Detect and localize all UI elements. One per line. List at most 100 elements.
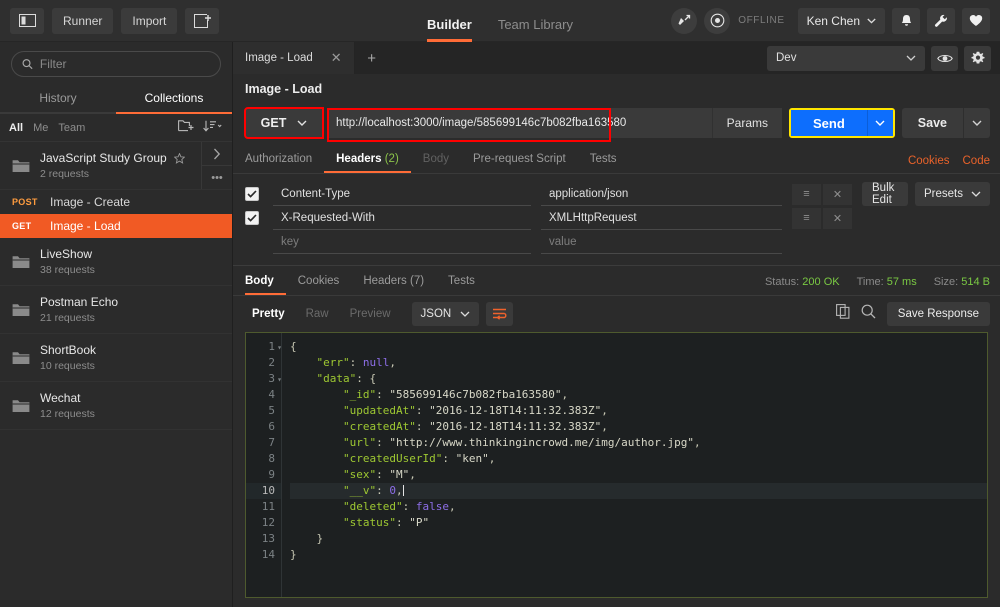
send-button[interactable]: Send bbox=[791, 110, 867, 136]
heart-icon bbox=[969, 14, 983, 27]
format-raw[interactable]: Raw bbox=[299, 308, 336, 320]
subtab-body[interactable]: Body bbox=[411, 154, 461, 174]
import-button[interactable]: Import bbox=[121, 8, 177, 34]
filter-box[interactable] bbox=[11, 51, 221, 77]
chevron-down-icon bbox=[972, 120, 982, 126]
collection-item[interactable]: LiveShow 38 requests bbox=[0, 238, 232, 286]
format-preview[interactable]: Preview bbox=[343, 308, 398, 320]
tab-team-library[interactable]: Team Library bbox=[498, 18, 573, 42]
response-body-viewer[interactable]: 1▾23▾4567891011121314 { "err": null, "da… bbox=[245, 332, 988, 598]
environment-settings-button[interactable] bbox=[964, 46, 991, 71]
sidebar-tab-history[interactable]: History bbox=[0, 84, 116, 114]
collection-request-count: 21 requests bbox=[40, 312, 118, 324]
code-token: : bbox=[376, 388, 389, 401]
code-link[interactable]: Code bbox=[963, 155, 991, 167]
response-language-select[interactable]: JSON bbox=[412, 302, 480, 326]
collection-item[interactable]: ShortBook 10 requests bbox=[0, 334, 232, 382]
satellite-button[interactable] bbox=[671, 8, 697, 34]
notifications-button[interactable] bbox=[892, 8, 920, 34]
sidebar-toggle-button[interactable] bbox=[10, 8, 44, 34]
params-button[interactable]: Params bbox=[712, 108, 782, 138]
fold-toggle-icon[interactable]: ▾ bbox=[277, 372, 282, 388]
response-body-code[interactable]: { "err": null, "data": { "_id": "5856991… bbox=[282, 333, 987, 597]
response-tab-cookies[interactable]: Cookies bbox=[286, 276, 352, 296]
format-pretty[interactable]: Pretty bbox=[245, 308, 292, 320]
bulk-edit-button[interactable]: Bulk Edit bbox=[862, 182, 908, 206]
scope-team[interactable]: Team bbox=[58, 122, 85, 134]
sort-button[interactable] bbox=[203, 119, 222, 137]
collection-expand-button[interactable] bbox=[202, 142, 232, 165]
tab-builder[interactable]: Builder bbox=[427, 18, 472, 42]
header-key[interactable]: X-Requested-With bbox=[273, 207, 531, 230]
header-value-placeholder[interactable]: value bbox=[541, 231, 782, 254]
collection-more-button[interactable]: ••• bbox=[202, 165, 232, 189]
close-icon[interactable]: ✕ bbox=[331, 50, 342, 66]
collection-item[interactable]: Postman Echo 21 requests bbox=[0, 286, 232, 334]
header-reorder-handle[interactable]: ≡ bbox=[792, 184, 821, 205]
save-response-button[interactable]: Save Response bbox=[887, 302, 990, 326]
subtab-tests[interactable]: Tests bbox=[578, 154, 629, 174]
save-button[interactable]: Save bbox=[902, 108, 963, 138]
presets-button[interactable]: Presets bbox=[915, 182, 990, 206]
copy-response-button[interactable] bbox=[836, 304, 850, 324]
sync-button[interactable] bbox=[704, 8, 730, 34]
star-icon[interactable] bbox=[174, 153, 185, 164]
send-options-button[interactable] bbox=[867, 110, 893, 136]
collection-item[interactable]: Wechat 12 requests bbox=[0, 382, 232, 430]
chevron-down-icon bbox=[460, 311, 470, 317]
code-token bbox=[290, 516, 343, 529]
line-number: 7 bbox=[246, 435, 281, 451]
url-input[interactable] bbox=[327, 117, 712, 129]
header-value[interactable]: application/json bbox=[541, 183, 782, 206]
subtab-authorization[interactable]: Authorization bbox=[245, 154, 324, 174]
code-token: "updatedAt" bbox=[343, 404, 416, 417]
environment-select[interactable]: Dev bbox=[767, 46, 925, 71]
subtab-headers[interactable]: Headers (2) bbox=[324, 154, 411, 174]
header-delete-button[interactable]: ✕ bbox=[823, 208, 852, 229]
fold-toggle-icon[interactable]: ▾ bbox=[277, 340, 282, 356]
subtab-prerequest-script[interactable]: Pre-request Script bbox=[461, 154, 578, 174]
request-tab[interactable]: Image - Load ✕ bbox=[233, 42, 355, 74]
collection-item[interactable]: JavaScript Study Group 2 requests bbox=[0, 142, 232, 190]
app-toolbar: Runner Import Builder Team Library bbox=[0, 0, 1000, 42]
new-folder-icon bbox=[178, 119, 194, 132]
sidebar-tab-collections[interactable]: Collections bbox=[116, 84, 232, 114]
scope-me[interactable]: Me bbox=[33, 122, 48, 134]
new-request-tab-button[interactable]: + bbox=[355, 42, 389, 74]
cookies-link[interactable]: Cookies bbox=[908, 155, 950, 167]
header-value[interactable]: XMLHttpRequest bbox=[541, 207, 782, 230]
runner-button[interactable]: Runner bbox=[52, 8, 113, 34]
header-enabled-checkbox[interactable] bbox=[245, 187, 259, 201]
subtab-headers-label: Headers bbox=[336, 153, 381, 165]
header-enabled-checkbox[interactable] bbox=[245, 211, 259, 225]
scope-all[interactable]: All bbox=[9, 122, 23, 134]
code-token: "createdAt" bbox=[343, 420, 416, 433]
environment-quicklook-button[interactable] bbox=[931, 46, 958, 71]
request-item-image-load[interactable]: GET Image - Load bbox=[0, 214, 232, 238]
header-reorder-handle[interactable]: ≡ bbox=[792, 208, 821, 229]
search-response-button[interactable] bbox=[861, 304, 876, 324]
code-token: , bbox=[389, 356, 396, 369]
collection-name-row: Wechat bbox=[40, 391, 95, 405]
chevron-down-icon bbox=[875, 120, 885, 126]
request-item-image-create[interactable]: POST Image - Create bbox=[0, 190, 232, 214]
user-menu-button[interactable]: Ken Chen bbox=[798, 8, 885, 34]
header-key-placeholder[interactable]: key bbox=[273, 231, 531, 254]
filter-input[interactable] bbox=[40, 57, 210, 71]
response-tab-headers[interactable]: Headers (7) bbox=[351, 276, 436, 296]
new-window-button[interactable] bbox=[185, 8, 219, 34]
favorites-button[interactable] bbox=[962, 8, 990, 34]
word-wrap-button[interactable] bbox=[486, 302, 513, 326]
settings-wrench-button[interactable] bbox=[927, 8, 955, 34]
response-tab-body[interactable]: Body bbox=[245, 276, 286, 296]
response-tab-tests[interactable]: Tests bbox=[436, 276, 487, 296]
header-delete-button[interactable]: ✕ bbox=[823, 184, 852, 205]
new-collection-button[interactable] bbox=[178, 119, 194, 137]
response-toolbar: Pretty Raw Preview JSON bbox=[233, 296, 1000, 332]
http-method-select[interactable]: GET bbox=[245, 108, 323, 138]
save-options-button[interactable] bbox=[963, 108, 990, 138]
code-token: } bbox=[290, 548, 297, 561]
headers-editor: Content-Type application/json ≡ ✕ bbox=[233, 174, 1000, 260]
header-key[interactable]: Content-Type bbox=[273, 183, 531, 206]
code-token: "status" bbox=[343, 516, 396, 529]
